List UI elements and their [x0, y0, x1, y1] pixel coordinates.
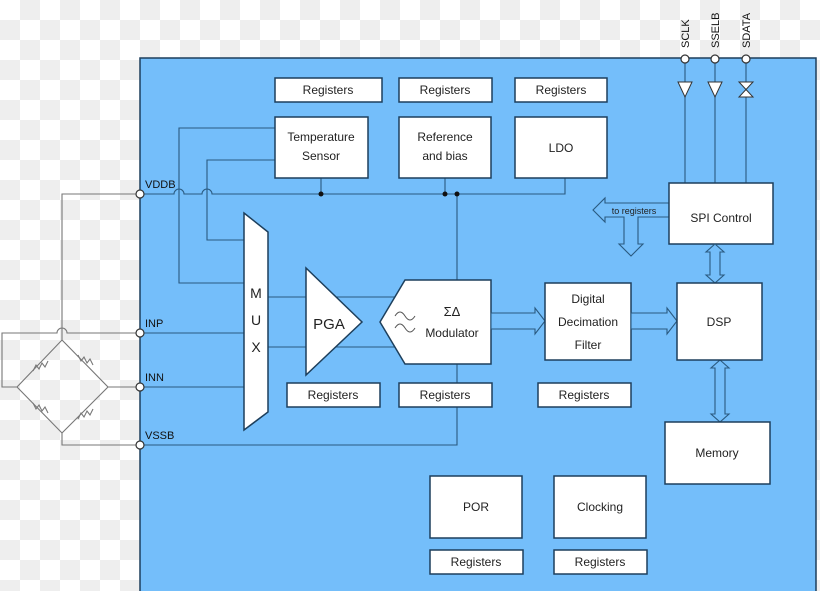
- svg-text:Registers: Registers: [308, 388, 359, 402]
- svg-text:Registers: Registers: [575, 555, 626, 569]
- svg-text:Reference: Reference: [417, 130, 473, 144]
- svg-text:Decimation: Decimation: [558, 315, 618, 329]
- svg-text:ΣΔ: ΣΔ: [444, 304, 461, 319]
- svg-text:LDO: LDO: [549, 141, 574, 155]
- svg-text:Temperature: Temperature: [287, 130, 355, 144]
- svg-text:Digital: Digital: [571, 292, 604, 306]
- svg-text:Registers: Registers: [303, 83, 354, 97]
- pin-vssb: VSSB: [145, 430, 174, 442]
- svg-text:DSP: DSP: [707, 315, 732, 329]
- memory-block: Memory: [664, 421, 771, 485]
- pin-vddb: VDDB: [145, 179, 176, 191]
- pin-sselb: SSELB: [710, 13, 722, 48]
- svg-text:Registers: Registers: [536, 83, 587, 97]
- pin-sdata: SDATA: [741, 12, 753, 48]
- mux-block: M U X: [243, 211, 269, 432]
- svg-text:U: U: [251, 312, 261, 328]
- svg-text:Filter: Filter: [575, 338, 602, 352]
- spi-control-block: SPI Control: [668, 182, 774, 245]
- svg-text:X: X: [251, 339, 261, 355]
- svg-text:Memory: Memory: [695, 446, 738, 460]
- svg-text:Clocking: Clocking: [577, 500, 623, 514]
- svg-text:Registers: Registers: [559, 388, 610, 402]
- registers-top-row: Registers Registers Registers: [274, 77, 608, 103]
- svg-text:Modulator: Modulator: [425, 326, 478, 340]
- svg-text:M: M: [250, 285, 262, 301]
- decimation-filter-block: Digital Decimation Filter: [544, 282, 632, 361]
- dsp-block: DSP: [676, 282, 763, 361]
- registers-middle-row: Registers Registers Registers: [286, 382, 632, 408]
- pin-sclk: SCLK: [680, 19, 692, 48]
- clocking-block: Clocking: [553, 475, 647, 539]
- svg-text:Sensor: Sensor: [302, 149, 340, 163]
- svg-text:Registers: Registers: [451, 555, 502, 569]
- pin-inp: INP: [145, 318, 163, 330]
- wheatstone-bridge: [1, 193, 140, 446]
- por-block: POR: [429, 475, 523, 539]
- block-diagram: VDDB INP INN VSSB SCLK SSELB SDATA Regis…: [1, 12, 817, 591]
- svg-text:to registers: to registers: [612, 206, 657, 216]
- svg-text:POR: POR: [463, 500, 489, 514]
- ldo-block: LDO: [514, 116, 608, 179]
- svg-text:Registers: Registers: [420, 83, 471, 97]
- svg-text:and bias: and bias: [422, 149, 467, 163]
- modulator-block: ΣΔ Modulator: [379, 279, 492, 365]
- svg-text:Registers: Registers: [420, 388, 471, 402]
- temperature-sensor-block: Temperature Sensor: [274, 116, 369, 179]
- reference-block: Reference and bias: [398, 116, 492, 179]
- svg-text:SPI Control: SPI Control: [690, 211, 751, 225]
- svg-text:PGA: PGA: [313, 316, 345, 333]
- pin-inn: INN: [145, 372, 164, 384]
